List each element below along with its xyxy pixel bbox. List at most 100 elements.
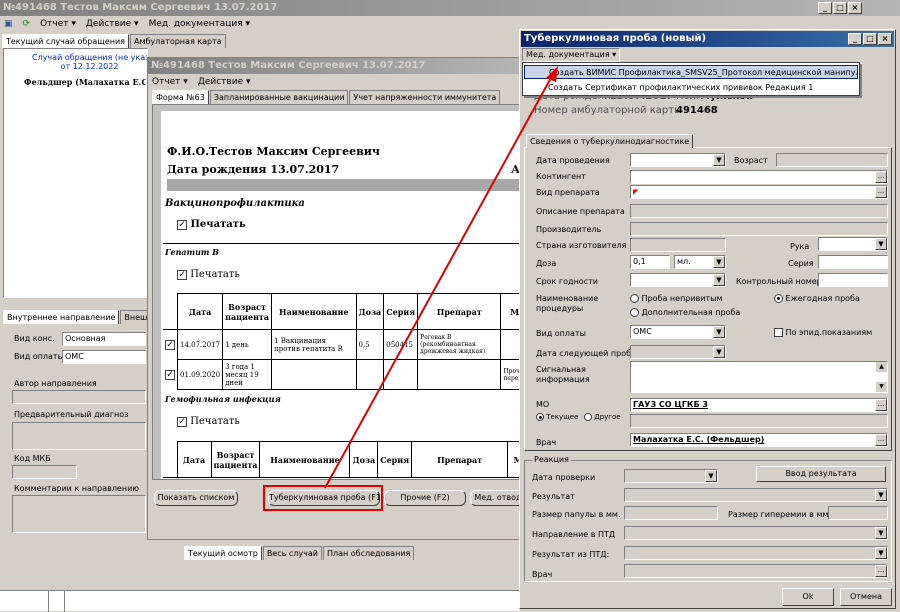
doctor-field[interactable]: Малахатка Е.С. (Фельдшер)...: [630, 433, 888, 447]
prep-field[interactable]: ◤...: [630, 185, 888, 199]
mo-field[interactable]: ГАУЗ СО ЦГКБ 3...: [630, 398, 888, 412]
tb-menu-med-docs[interactable]: Мед. документация ▾: [522, 48, 621, 62]
dose-unit-value: мл.: [677, 257, 691, 266]
check-icon: ✓: [177, 219, 187, 230]
table-row[interactable]: ✓ 01.09.2020 3 года 1 месяц 19 дней Проч…: [163, 359, 523, 390]
minimize-icon[interactable]: _: [818, 2, 832, 14]
mo-current-radio[interactable]: Текущее: [536, 412, 578, 422]
tab-ambulatory-card[interactable]: Амбулаторная карта: [129, 34, 226, 48]
radio-annual[interactable]: Ежегодная проба: [774, 294, 860, 304]
tab-immunity-tension[interactable]: Учет напряженности иммунитета: [349, 90, 501, 104]
control-field[interactable]: [818, 273, 888, 287]
hemo-table: Дата Возраст пациента Наименование Доза …: [163, 441, 523, 478]
tab-form-63[interactable]: Форма №63: [152, 90, 209, 104]
ellipsis-icon[interactable]: ...: [875, 171, 887, 183]
other-button[interactable]: Прочие (F2): [384, 490, 466, 506]
series-field[interactable]: [818, 255, 888, 269]
hep-print-check[interactable]: ✓ Печатать: [177, 269, 240, 280]
tab-exam-plan[interactable]: План обследования: [322, 546, 415, 560]
inner-menu-report[interactable]: Отчет ▾: [152, 74, 188, 90]
diag-field[interactable]: [12, 422, 146, 450]
tab-planned-vaccinations[interactable]: Запланированные вакцинации: [209, 90, 349, 104]
papula-field: [624, 506, 718, 520]
inner-window-titlebar[interactable]: №491468 Тестов Максим Сергеевич 13.07.20…: [148, 58, 524, 74]
dropdown-item-vimis[interactable]: Создать ВИМИС Профилактика_SMSV25_Проток…: [524, 65, 858, 79]
mo-other-radio[interactable]: Другое: [584, 412, 621, 422]
med-exemption-button[interactable]: Мед. отвод: [470, 490, 526, 506]
ptd-result-field: ▼: [624, 546, 888, 560]
radio-untested[interactable]: Проба непривитым: [630, 294, 723, 304]
expiry-label: Срок годности: [536, 277, 598, 286]
chevron-down-icon[interactable]: ▼: [875, 238, 887, 250]
enter-result-button[interactable]: Ввод результата: [756, 466, 886, 482]
tab-tb-info[interactable]: Сведения о туберкулинодиагностике: [526, 134, 694, 148]
chevron-down-icon[interactable]: ▼: [713, 256, 725, 268]
close-icon[interactable]: ×: [848, 2, 862, 14]
tb-dialog-titlebar[interactable]: Туберкулиновая проба (новый) _ □ ×: [521, 31, 894, 47]
country-field: [630, 238, 726, 252]
document-frame: Ф.И.О.Тестов Максим Сергеевич Дата рожде…: [152, 104, 524, 480]
inner-window-title: №491468 Тестов Максим Сергеевич 13.07.20…: [151, 60, 426, 71]
expiry-field[interactable]: ▼: [630, 273, 726, 287]
ellipsis-icon[interactable]: ...: [875, 186, 887, 198]
minimize-icon[interactable]: _: [848, 33, 862, 45]
tree-item-feldsher[interactable]: Фельдшер (Малахатка Е.С: [24, 77, 146, 87]
tb-dialog: Туберкулиновая проба (новый) _ □ × Мед. …: [519, 29, 896, 609]
floppy-icon[interactable]: ▣: [4, 16, 13, 32]
row-checkbox[interactable]: ✓: [163, 330, 178, 360]
close-icon[interactable]: ×: [878, 33, 892, 45]
epid-checkbox[interactable]: По эпид.показаниям: [774, 328, 872, 338]
menu-action[interactable]: Действие ▾: [86, 16, 139, 32]
main-window-titlebar[interactable]: №491468 Тестов Максим Сергеевич 13.07.20…: [0, 0, 900, 16]
author-field[interactable]: [12, 390, 146, 404]
dropdown-item-certificate[interactable]: Создать Сертификат профилактических прив…: [524, 81, 858, 95]
dose-field[interactable]: 0,1: [630, 255, 670, 269]
ellipsis-icon: ...: [875, 565, 887, 577]
next-label: Дата следующей пробы: [536, 349, 638, 358]
date-field[interactable]: ▼: [630, 153, 726, 167]
ellipsis-icon[interactable]: ...: [875, 434, 887, 446]
prep-desc-label: Описание препарата: [536, 207, 625, 216]
papula-label: Размер папулы в мм.: [532, 510, 621, 519]
signal-field[interactable]: ▲ ▼: [630, 361, 888, 393]
mkb-field[interactable]: [12, 465, 77, 479]
menu-med-docs[interactable]: Мед. документация ▾: [149, 16, 250, 32]
tab-whole-case[interactable]: Весь случай: [262, 546, 322, 560]
chevron-down-icon: ▼: [713, 346, 725, 358]
cancel-button[interactable]: Отмена: [840, 588, 892, 606]
maximize-icon[interactable]: □: [833, 2, 847, 14]
chevron-down-icon[interactable]: ▼: [713, 326, 725, 338]
case-label[interactable]: Случай обращения (не указан от 12.12.202…: [32, 53, 147, 71]
menu-report[interactable]: Отчет ▾: [40, 16, 76, 32]
refresh-icon[interactable]: ⟳: [23, 16, 31, 32]
tab-current-case[interactable]: Текущий случай обращения: [2, 34, 129, 48]
tab-current-exam[interactable]: Текущий осмотр: [184, 546, 262, 560]
show-list-button[interactable]: Показать списком: [154, 490, 238, 506]
radio-additional[interactable]: Дополнительная проба: [630, 308, 740, 318]
scroll-up-icon[interactable]: ▲: [876, 362, 887, 372]
scroll-down-icon[interactable]: ▼: [876, 382, 887, 392]
table-row[interactable]: ✓ 14.07.2017 1 день 1 Вакцинация против …: [163, 329, 523, 360]
chevron-down-icon[interactable]: ▼: [713, 274, 725, 286]
contingent-field[interactable]: ...: [630, 170, 888, 184]
chevron-down-icon[interactable]: ▼: [713, 154, 725, 166]
pay-field[interactable]: ОМС ▼: [630, 325, 726, 339]
comment-field[interactable]: [12, 495, 146, 533]
case-tree-panel: Случай обращения (не указан от 12.12.202…: [3, 48, 148, 298]
check-icon: ✓: [165, 369, 175, 380]
doc-print-check[interactable]: ✓ Печатать: [177, 219, 246, 230]
hand-field[interactable]: ▼: [818, 237, 888, 251]
ellipsis-icon[interactable]: ...: [875, 399, 887, 411]
vid-kons-field[interactable]: Основная: [62, 332, 146, 346]
inner-tabs: Форма №63 Запланированные вакцинации Уче…: [152, 90, 501, 104]
reaction-doctor-field: ...: [624, 564, 888, 578]
tab-internal-direction[interactable]: Внутреннее направление: [3, 310, 120, 324]
ok-button[interactable]: Ok: [782, 588, 834, 606]
dose-unit-field[interactable]: мл. ▼: [674, 255, 726, 269]
vid-oplaty-field[interactable]: ОМС: [62, 350, 146, 364]
row-checkbox[interactable]: ✓: [163, 360, 178, 390]
hemo-print-check[interactable]: ✓ Печатать: [177, 416, 240, 427]
maximize-icon[interactable]: □: [863, 33, 877, 45]
table-cell: 1 Вакцинация против гепатита В: [271, 329, 357, 360]
inner-menu-action[interactable]: Действие ▾: [198, 74, 251, 90]
